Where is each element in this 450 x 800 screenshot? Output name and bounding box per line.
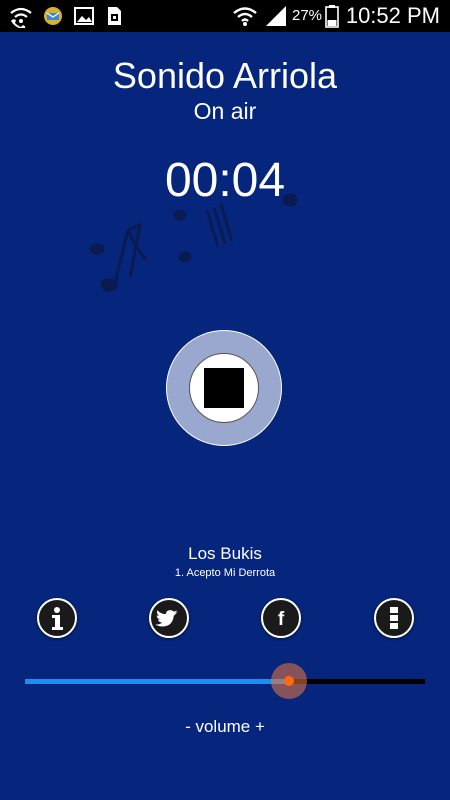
menu-icon bbox=[390, 607, 398, 629]
battery-icon bbox=[325, 5, 339, 28]
volume-thumb-core bbox=[284, 676, 294, 686]
on-air-status: On air bbox=[193, 98, 257, 124]
facebook-button[interactable]: f bbox=[261, 598, 301, 638]
gallery-icon bbox=[74, 7, 94, 25]
twitter-button[interactable] bbox=[149, 598, 189, 638]
track-title: 1. Acepto Mi Derrota bbox=[174, 567, 276, 579]
stop-icon bbox=[204, 368, 244, 408]
info-button[interactable] bbox=[37, 598, 77, 638]
mail-badge-icon bbox=[44, 7, 62, 25]
station-name: Sonido Arriola bbox=[112, 55, 338, 96]
stop-button[interactable] bbox=[166, 330, 282, 446]
player-screen: 27% 10:52 PM Sonido Arriola On air 00:04… bbox=[0, 0, 450, 800]
signal-icon bbox=[266, 6, 286, 26]
volume-slider[interactable] bbox=[25, 662, 425, 702]
status-bar: 27% 10:52 PM bbox=[0, 0, 450, 32]
volume-label: - volume + bbox=[185, 717, 265, 736]
wifi-calling-icon bbox=[10, 7, 32, 28]
volume-thumb[interactable] bbox=[271, 663, 307, 699]
menu-button[interactable] bbox=[374, 598, 414, 638]
facebook-glyph: f bbox=[278, 609, 285, 630]
status-time: 10:52 PM bbox=[345, 3, 440, 28]
music-notes-icon bbox=[89, 193, 298, 292]
twitter-icon bbox=[155, 610, 178, 627]
artist-name: Los Bukis bbox=[188, 544, 262, 563]
volume-fill bbox=[25, 679, 289, 684]
info-icon bbox=[52, 607, 63, 630]
wifi-icon bbox=[233, 7, 257, 26]
battery-percent: 27% bbox=[292, 7, 323, 24]
sim-toolkit-icon bbox=[108, 7, 121, 25]
stop-button-face bbox=[189, 353, 259, 423]
facebook-icon: f bbox=[278, 609, 285, 630]
